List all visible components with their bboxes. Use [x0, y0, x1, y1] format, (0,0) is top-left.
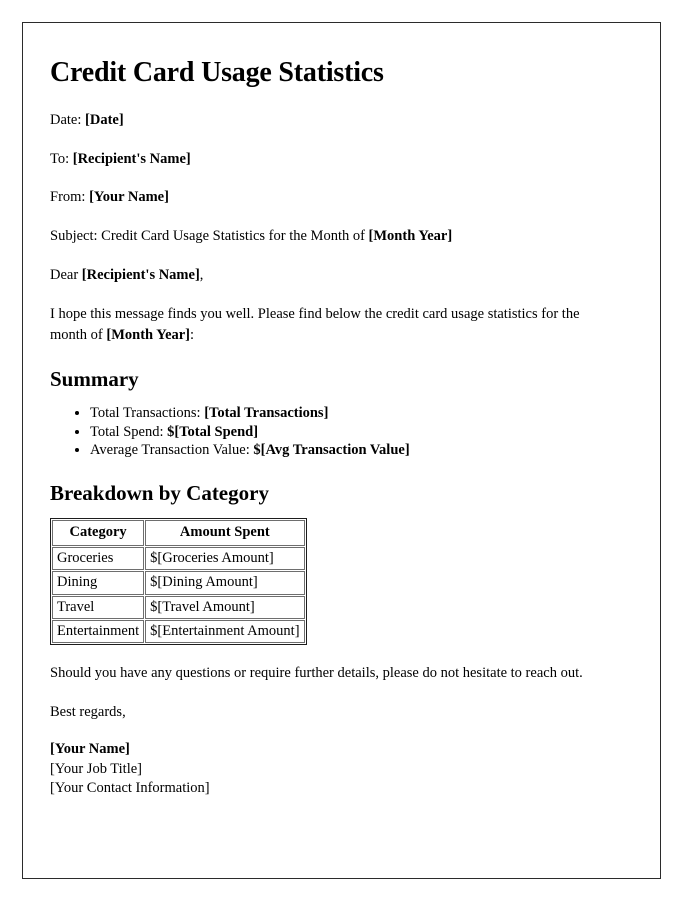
breakdown-table: Category Amount Spent Groceries $[Grocer…: [50, 518, 307, 646]
table-cell-category: Travel: [52, 595, 145, 619]
meta-line-subject: Subject: Credit Card Usage Statistics fo…: [50, 227, 612, 247]
date-label: Date:: [50, 112, 86, 129]
list-item: Total Spend: $[Total Spend]: [90, 423, 612, 441]
summary-item-value: [Total Transactions]: [204, 405, 329, 422]
table-row: Dining $[Dining Amount]: [52, 571, 305, 595]
subject-label: Subject: Credit Card Usage Statistics fo…: [50, 227, 369, 244]
summary-item-value: $[Total Spend]: [167, 423, 259, 440]
salutation-suffix: ,: [199, 267, 204, 284]
intro-paragraph: I hope this message finds you well. Plea…: [50, 304, 612, 345]
list-item: Total Transactions: [Total Transactions]: [90, 404, 612, 422]
salutation: Dear [Recipient's Name],: [50, 265, 612, 286]
summary-item-label: Average Transaction Value:: [90, 441, 254, 458]
list-item: Average Transaction Value: $[Avg Transac…: [90, 441, 612, 459]
from-label: From:: [50, 189, 90, 206]
closing-regards: Best regards,: [50, 703, 126, 720]
table-row: Entertainment $[Entertainment Amount]: [52, 619, 305, 644]
signature-name-text: [Your Name]: [50, 741, 130, 758]
summary-item-label: Total Spend:: [90, 423, 168, 440]
meta-line-date: Date: [Date]: [50, 111, 612, 131]
subject-value: [Month Year]: [368, 227, 453, 244]
breakdown-heading: Breakdown by Category: [50, 481, 269, 506]
table-header-row: Category Amount Spent: [52, 520, 305, 546]
table-row: Groceries $[Groceries Amount]: [52, 546, 305, 571]
document-content: Credit Card Usage Statistics Date: [Date…: [50, 43, 612, 798]
meta-line-from: From: [Your Name]: [50, 188, 612, 208]
page-title: Credit Card Usage Statistics: [50, 57, 384, 88]
table-cell-category: Groceries: [52, 546, 145, 571]
intro-text-part2: :: [190, 326, 195, 343]
summary-item-label: Total Transactions:: [90, 405, 205, 422]
table-column-header-amount: Amount Spent: [145, 520, 305, 546]
to-label: To:: [50, 150, 73, 167]
table-cell-category: Entertainment: [52, 619, 145, 644]
table-cell-amount: $[Entertainment Amount]: [145, 619, 305, 644]
table-head: Category Amount Spent: [52, 520, 305, 546]
salutation-prefix: Dear: [50, 267, 82, 284]
table-row: Travel $[Travel Amount]: [52, 595, 305, 619]
table-cell-category: Dining: [52, 571, 145, 595]
from-value: [Your Name]: [89, 189, 169, 206]
signature-contact: [Your Contact Information]: [50, 779, 210, 796]
table-cell-amount: $[Dining Amount]: [145, 571, 305, 595]
table-column-header-category: Category: [52, 520, 145, 546]
document-page-frame: Credit Card Usage Statistics Date: [Date…: [22, 22, 661, 879]
to-value: [Recipient's Name]: [72, 150, 191, 167]
table-cell-amount: $[Travel Amount]: [145, 595, 305, 619]
signature-block: [Your Name] [Your Job Title] [Your Conta…: [50, 740, 612, 797]
meta-line-to: To: [Recipient's Name]: [50, 150, 612, 170]
summary-list: Total Transactions: [Total Transactions]…: [50, 404, 612, 459]
closing-paragraph: Should you have any questions or require…: [50, 665, 583, 682]
signature-job-title: [Your Job Title]: [50, 760, 143, 777]
summary-heading: Summary: [50, 367, 139, 392]
date-value: [Date]: [85, 112, 124, 129]
table-body: Groceries $[Groceries Amount] Dining $[D…: [52, 546, 305, 644]
table-cell-amount: $[Groceries Amount]: [145, 546, 305, 571]
signature-name: [Your Name]: [50, 740, 612, 759]
summary-item-value: $[Avg Transaction Value]: [253, 441, 410, 458]
salutation-name: [Recipient's Name]: [81, 267, 200, 284]
intro-month-year: [Month Year]: [106, 326, 191, 343]
